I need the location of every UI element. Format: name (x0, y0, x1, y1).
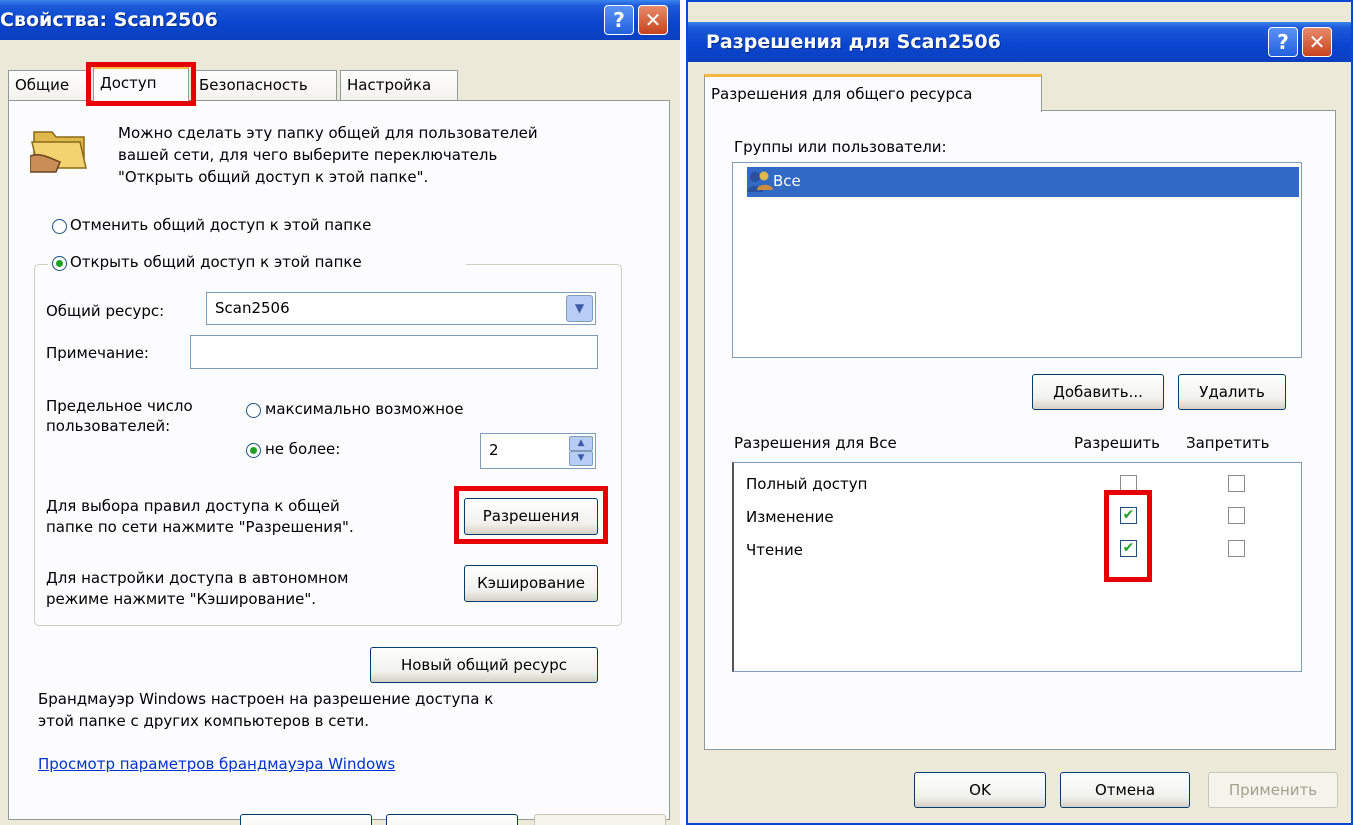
remove-user-button[interactable]: Удалить (1178, 374, 1286, 410)
users-group-icon (747, 171, 773, 192)
permissions-list (732, 462, 1302, 672)
groups-label: Группы или пользователи: (734, 138, 947, 156)
unshare-radio[interactable] (52, 219, 67, 234)
deny-column-header: Запретить (1186, 434, 1270, 452)
caching-hint-line-2: режиме нажмите "Кэширование". (46, 590, 317, 608)
ok-button[interactable]: OK (914, 772, 1046, 808)
permissions-window-title: Разрешения для Scan2506 (706, 31, 1001, 53)
allow-column-header: Разрешить (1074, 434, 1161, 452)
comment-label: Примечание: (46, 344, 149, 362)
user-limit-label-line-1: Предельное число (46, 397, 193, 415)
user-limit-label-line-2: пользователей: (46, 417, 171, 435)
help-button[interactable]: ? (604, 5, 634, 35)
spin-down-icon[interactable]: ▼ (569, 451, 593, 466)
bottom-button-2[interactable] (386, 814, 518, 825)
permissions-hint-line-1: Для выбора правил доступа к общей (46, 497, 340, 515)
properties-title-bar[interactable]: Свойства: Scan2506 ? ✕ (0, 0, 680, 40)
bottom-button-1[interactable] (240, 814, 372, 825)
shared-folder-icon (30, 131, 87, 173)
permissions-for-label: Разрешения для Все (734, 434, 897, 452)
share-name-value: Scan2506 (215, 299, 290, 317)
share-name-label: Общий ресурс: (46, 302, 165, 320)
deny-change-checkbox[interactable] (1228, 507, 1245, 524)
share-name-combobox[interactable]: Scan2506 ▼ (206, 292, 596, 325)
group-name: Все (773, 172, 801, 190)
limit-users-radio[interactable] (246, 443, 261, 458)
share-radio[interactable] (52, 256, 67, 271)
firewall-text-line-1: Брандмауэр Windows настроен на разрешени… (38, 690, 494, 708)
properties-window: Свойства: Scan2506 ? ✕ Общие Доступ Безо… (0, 0, 680, 825)
permission-name: Полный доступ (746, 475, 868, 493)
apply-button[interactable]: Применить (1208, 772, 1338, 808)
intro-line-3: "Открыть общий доступ к этой папке". (118, 168, 429, 186)
user-limit-spinner[interactable]: 2 ▲ ▼ (480, 433, 596, 469)
chevron-down-icon[interactable]: ▼ (566, 295, 593, 322)
tab-settings[interactable]: Настройка (340, 70, 458, 101)
caching-button[interactable]: Кэширование (464, 565, 598, 602)
permissions-title-bar[interactable]: Разрешения для Scan2506 ? ✕ (688, 22, 1351, 62)
tab-security[interactable]: Безопасность (192, 70, 337, 101)
firewall-settings-link[interactable]: Просмотр параметров брандмауэра Windows (38, 755, 395, 773)
permission-name: Изменение (746, 508, 834, 526)
user-limit-value: 2 (489, 441, 499, 459)
deny-full-control-checkbox[interactable] (1228, 475, 1245, 492)
cancel-button[interactable]: Отмена (1060, 772, 1190, 808)
add-user-button[interactable]: Добавить... (1032, 374, 1164, 410)
close-button-permissions[interactable]: ✕ (1302, 27, 1332, 57)
tab-share-permissions[interactable]: Разрешения для общего ресурса (704, 74, 1042, 112)
groups-list[interactable]: Все (732, 162, 1302, 358)
unshare-radio-label[interactable]: Отменить общий доступ к этой папке (70, 216, 371, 234)
firewall-text-line-2: этой папке с других компьютеров в сети. (38, 712, 370, 730)
share-radio-label[interactable]: Открыть общий доступ к этой папке (70, 253, 362, 271)
close-button[interactable]: ✕ (638, 5, 668, 35)
permissions-window: Разрешения для Scan2506 ? ✕ Разрешения д… (686, 0, 1353, 825)
highlight-permissions-button (454, 486, 608, 544)
caching-hint-line-1: Для настройки доступа в автономном (46, 569, 349, 587)
comment-field[interactable] (190, 335, 598, 369)
permission-name: Чтение (746, 541, 804, 559)
deny-read-checkbox[interactable] (1228, 540, 1245, 557)
intro-line-1: Можно сделать эту папку общей для пользо… (118, 124, 538, 142)
spin-up-icon[interactable]: ▲ (569, 436, 593, 451)
help-button-permissions[interactable]: ? (1268, 27, 1298, 57)
permissions-hint-line-2: папке по сети нажмите "Разрешения". (46, 518, 354, 536)
properties-window-title: Свойства: Scan2506 (0, 9, 218, 31)
tab-general[interactable]: Общие (8, 70, 90, 101)
highlight-sharing-tab (86, 62, 196, 106)
group-row-everyone[interactable]: Все (747, 167, 1299, 197)
bottom-button-3[interactable] (534, 814, 666, 825)
max-users-radio-label[interactable]: максимально возможное (265, 400, 463, 418)
max-users-radio[interactable] (246, 403, 261, 418)
highlight-allow-checkboxes (1104, 490, 1152, 582)
intro-line-2: вашей сети, для чего выберите переключат… (118, 146, 498, 164)
limit-users-radio-label[interactable]: не более: (265, 440, 340, 458)
new-share-button[interactable]: Новый общий ресурс (370, 647, 598, 683)
